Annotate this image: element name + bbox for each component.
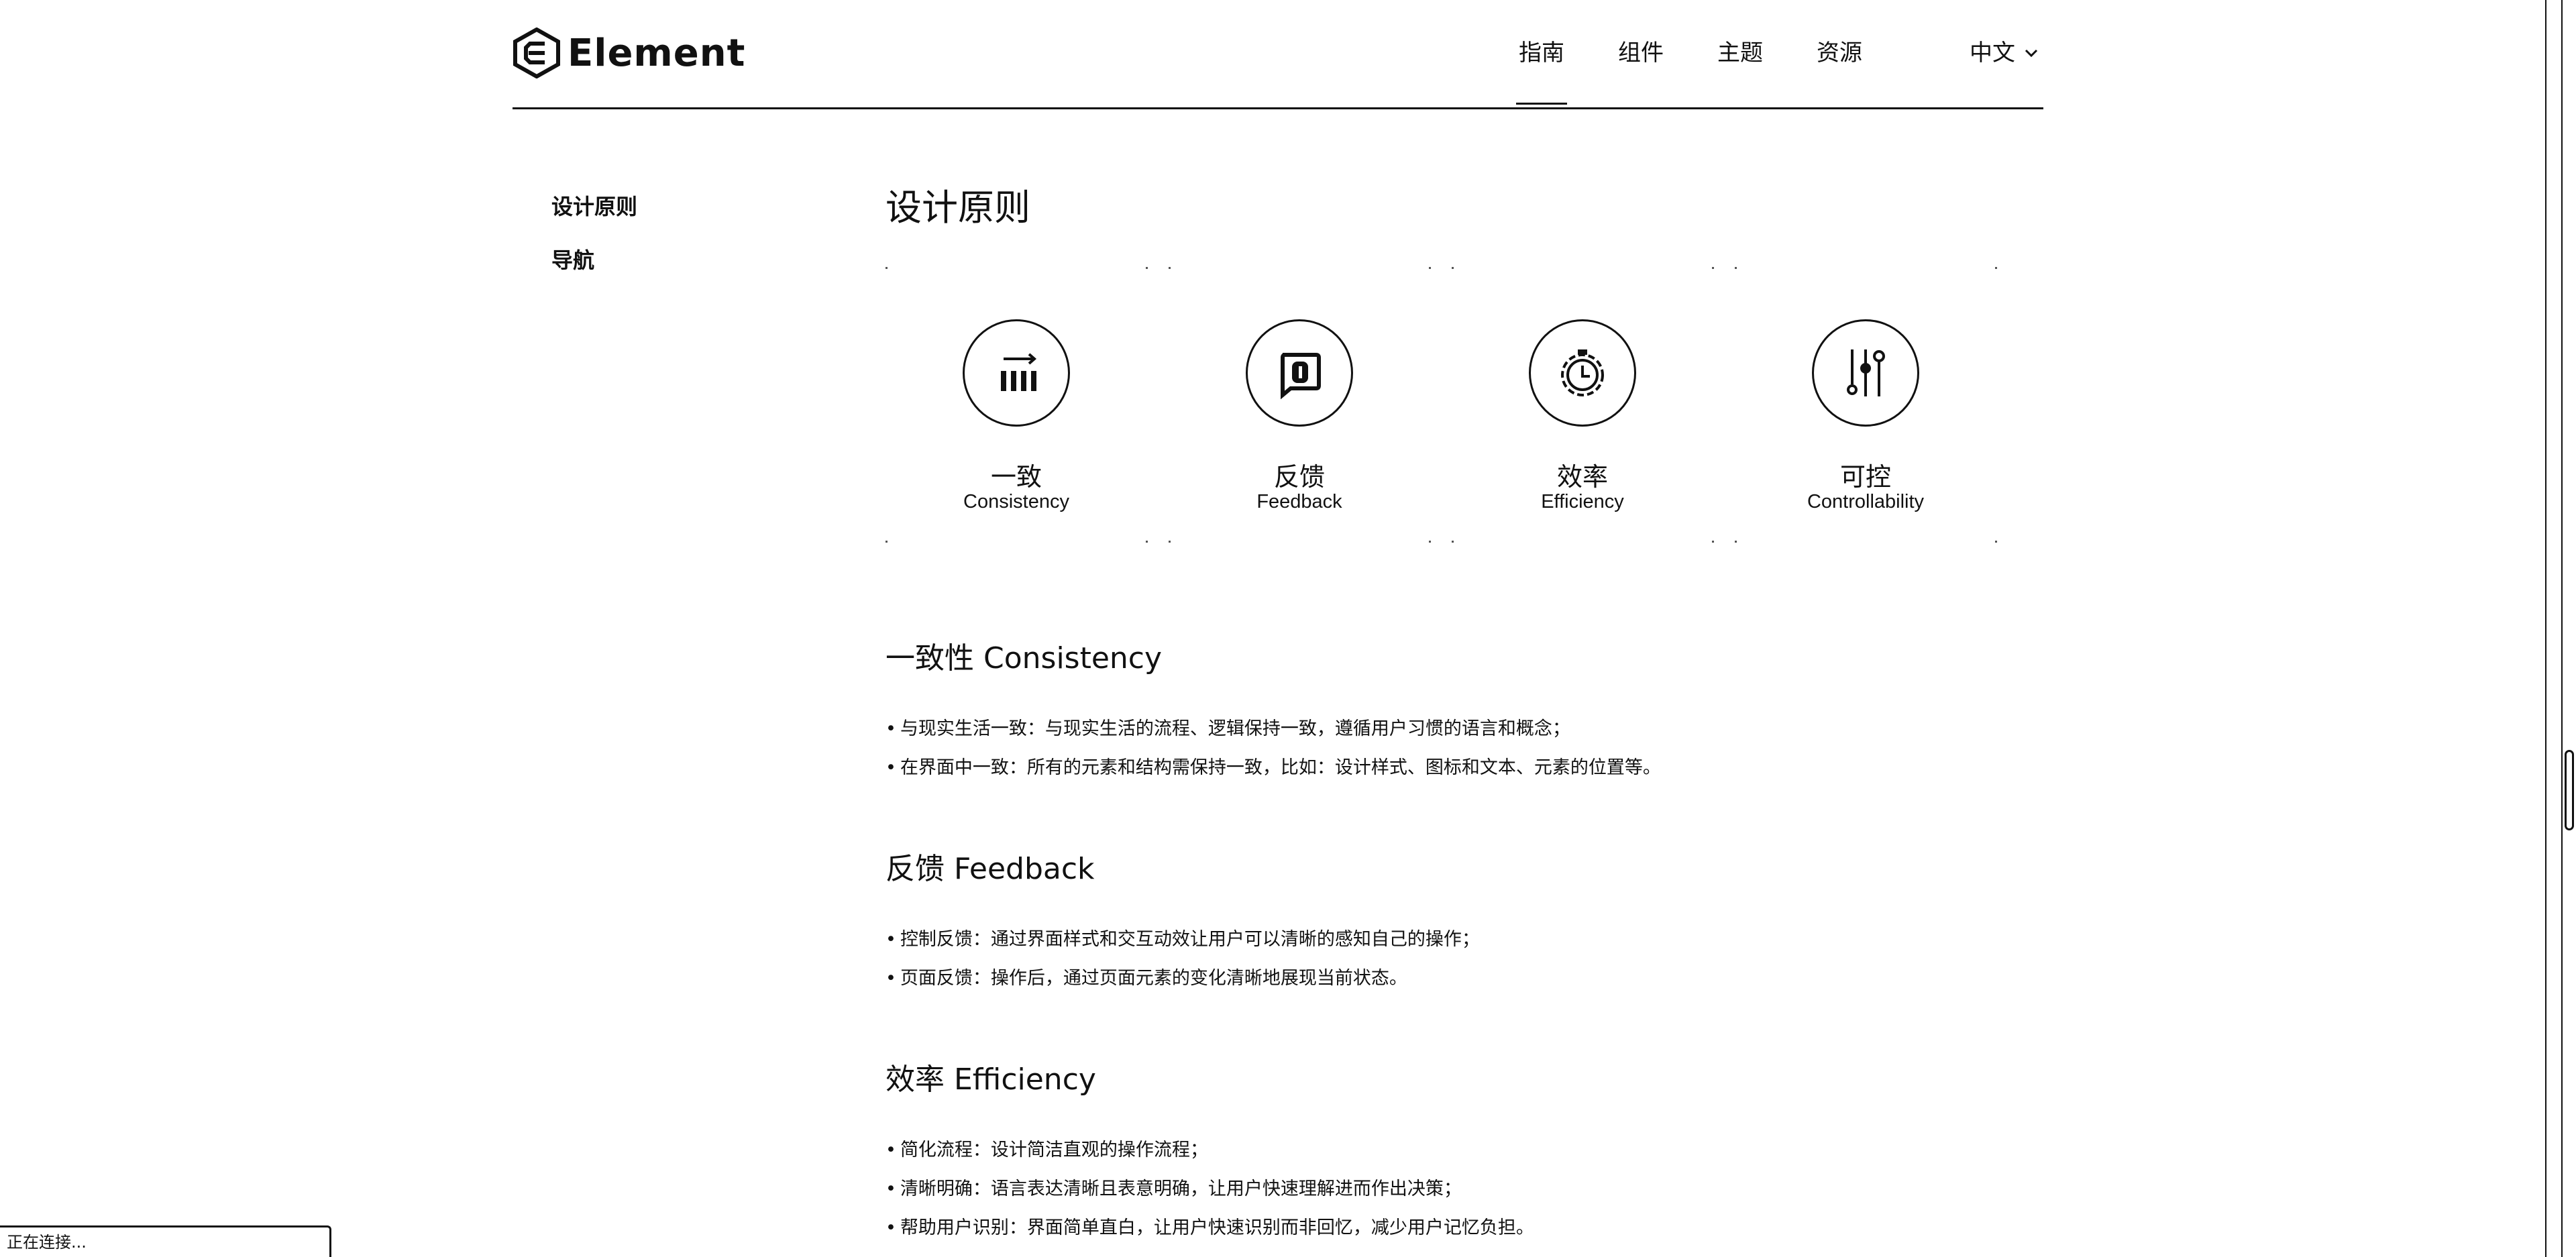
card-title-en: Consistency — [963, 491, 1069, 512]
corner-dot — [1735, 267, 1737, 269]
element-logo-icon — [513, 28, 560, 78]
section-title: 反馈 Feedback — [885, 852, 1095, 886]
section-list: 简化流程：设计简洁直观的操作流程； 清晰明确：语言表达清晰且表意明确，让用户快速… — [885, 1131, 2026, 1248]
corner-dot — [1995, 541, 1997, 543]
top-header: Element 指南 组件 主题 资源 中文 — [513, 0, 2043, 109]
corner-dot — [1452, 267, 1454, 269]
corner-dot — [1146, 541, 1148, 543]
language-label: 中文 — [1970, 40, 2015, 66]
consistency-icon — [963, 319, 1070, 427]
feedback-icon — [1246, 319, 1353, 427]
nav-guide[interactable]: 指南 — [1516, 30, 1567, 105]
main-content: 设计原则 一致 Consistency 反馈 Feedback 效率 Effic… — [885, 181, 2026, 1238]
corner-dot — [1429, 541, 1431, 543]
chevron-down-icon — [2025, 49, 2038, 58]
card-title-en: Controllability — [1807, 491, 1925, 512]
card-title-en: Efficiency — [1541, 491, 1624, 512]
status-bar: 正在连接... — [0, 1225, 331, 1257]
scrollbar-thumb[interactable] — [2565, 750, 2574, 830]
main-nav: 指南 组件 主题 资源 — [1516, 30, 1916, 105]
principle-card-consistency: 一致 Consistency — [885, 267, 1161, 546]
principle-cards: 一致 Consistency 反馈 Feedback 效率 Efficiency… — [885, 267, 2012, 546]
efficiency-icon — [1529, 319, 1636, 427]
list-item: 帮助用户识别：界面简单直白，让用户快速识别而非回忆，减少用户记忆负担。 — [885, 1209, 2026, 1248]
page: Element 指南 组件 主题 资源 中文 设计原则 导航 设计原则 一致 C… — [0, 0, 2576, 1257]
card-title-cn: 一致 — [990, 462, 1042, 492]
card-title-cn: 反馈 — [1273, 462, 1325, 492]
language-dropdown[interactable]: 中文 — [1970, 30, 2038, 76]
list-item: 在界面中一致：所有的元素和结构需保持一致，比如：设计样式、图标和文本、元素的位置… — [885, 749, 2026, 787]
vertical-scrollbar[interactable] — [2561, 0, 2576, 1257]
controllability-icon — [1812, 319, 1919, 427]
section-title: 一致性 Consistency — [885, 641, 1163, 675]
logo[interactable]: Element — [513, 25, 745, 80]
corner-dot — [1712, 267, 1714, 269]
list-item: 页面反馈：操作后，通过页面元素的变化清晰地展现当前状态。 — [885, 959, 2026, 998]
corner-dot — [1735, 541, 1737, 543]
section-title: 效率 Efficiency — [885, 1062, 1096, 1097]
logo-text: Element — [568, 31, 746, 75]
section-feedback: 反馈 Feedback 控制反馈：通过界面样式和交互动效让用户可以清晰的感知自己… — [885, 848, 2026, 998]
corner-dot — [1995, 267, 1997, 269]
corner-dot — [1169, 267, 1171, 269]
section-consistency: 一致性 Consistency 与现实生活一致：与现实生活的流程、逻辑保持一致，… — [885, 637, 2026, 787]
corner-dot — [1429, 267, 1431, 269]
nav-components[interactable]: 组件 — [1618, 30, 1664, 76]
card-title-cn: 可控 — [1839, 462, 1891, 492]
list-item: 与现实生活一致：与现实生活的流程、逻辑保持一致，遵循用户习惯的语言和概念； — [885, 710, 2026, 749]
corner-dot — [885, 541, 888, 543]
corner-dot — [1712, 541, 1714, 543]
sidebar-item-design-principles[interactable]: 设计原则 — [551, 188, 637, 241]
corner-dot — [1146, 267, 1148, 269]
card-title-cn: 效率 — [1556, 462, 1608, 492]
corner-dot — [1169, 541, 1171, 543]
list-item: 清晰明确：语言表达清晰且表意明确，让用户快速理解进而作出决策； — [885, 1170, 2026, 1209]
page-title: 设计原则 — [885, 186, 1030, 229]
principle-card-feedback: 反馈 Feedback — [1169, 267, 1444, 546]
section-list: 控制反馈：通过界面样式和交互动效让用户可以清晰的感知自己的操作； 页面反馈：操作… — [885, 920, 2026, 998]
nav-resources[interactable]: 资源 — [1817, 30, 1862, 76]
card-title-en: Feedback — [1256, 491, 1342, 512]
section-efficiency: 效率 Efficiency 简化流程：设计简洁直观的操作流程； 清晰明确：语言表… — [885, 1058, 2026, 1248]
principle-card-controllability: 可控 Controllability — [1735, 267, 2010, 546]
scrollbar-track-border — [2545, 0, 2561, 1257]
section-list: 与现实生活一致：与现实生活的流程、逻辑保持一致，遵循用户习惯的语言和概念； 在界… — [885, 710, 2026, 787]
list-item: 控制反馈：通过界面样式和交互动效让用户可以清晰的感知自己的操作； — [885, 920, 2026, 959]
sidebar: 设计原则 导航 — [551, 188, 637, 295]
principle-card-efficiency: 效率 Efficiency — [1452, 267, 1727, 546]
sidebar-item-navigation[interactable]: 导航 — [551, 241, 637, 295]
list-item: 简化流程：设计简洁直观的操作流程； — [885, 1131, 2026, 1170]
corner-dot — [885, 267, 888, 269]
corner-dot — [1452, 541, 1454, 543]
nav-theme[interactable]: 主题 — [1717, 30, 1763, 76]
